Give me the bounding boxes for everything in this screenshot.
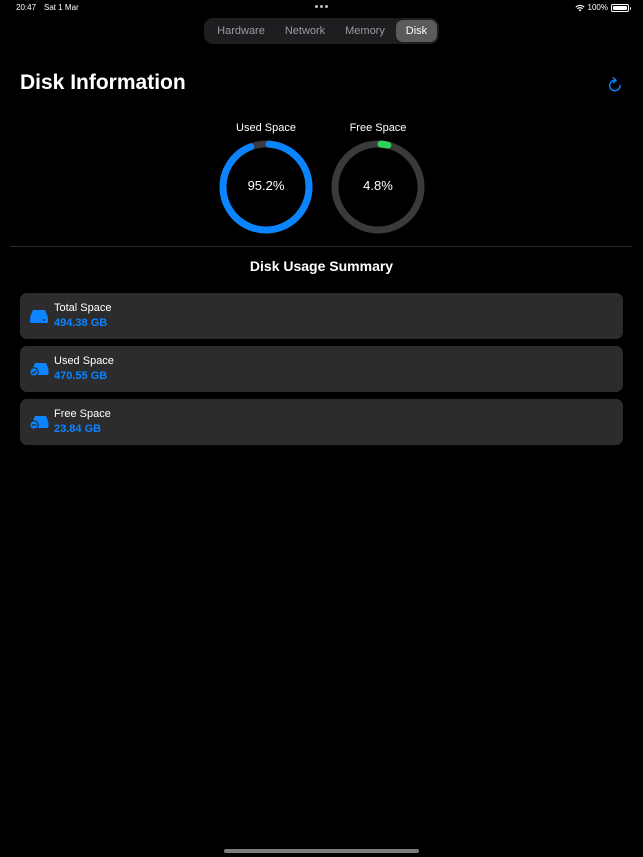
used-space-ring: 95.2% [216, 137, 316, 237]
free-space-card: Free Space 23.84 GB [20, 399, 623, 445]
status-bar: 20:47 Sat 1 Mar 100% [0, 0, 643, 16]
used-space-gauge: Used Space 95.2% [216, 121, 316, 237]
free-space-value: 23.84 GB [54, 423, 102, 435]
drive-checkmark-icon [29, 363, 49, 377]
tab-network[interactable]: Network [276, 20, 334, 42]
used-space-card: Used Space 470.55 GB [20, 346, 623, 392]
used-space-gauge-label: Used Space [236, 122, 296, 134]
tab-hardware[interactable]: Hardware [206, 20, 276, 42]
home-indicator[interactable] [224, 849, 419, 853]
free-space-ring: 4.8% [328, 137, 428, 237]
used-space-percentage: 95.2% [247, 178, 285, 193]
total-space-value: 494.38 GB [54, 317, 108, 329]
free-space-gauge-label: Free Space [349, 122, 407, 134]
internal-drive-icon [30, 310, 48, 323]
free-space-gauge: Free Space 4.8% [328, 121, 428, 237]
refresh-icon[interactable] [607, 76, 623, 93]
status-right: 100% [574, 3, 631, 12]
free-space-percentage: 4.8% [363, 178, 393, 193]
multitasking-dots-icon[interactable] [315, 5, 328, 8]
free-space-label: Free Space [54, 408, 111, 420]
divider [10, 246, 632, 247]
tab-disk[interactable]: Disk [396, 20, 437, 42]
used-space-label: Used Space [54, 355, 114, 367]
tab-memory[interactable]: Memory [334, 20, 396, 42]
battery-percentage: 100% [587, 3, 608, 12]
summary-title: Disk Usage Summary [249, 258, 394, 274]
status-time: 20:47 [16, 3, 37, 12]
wifi-icon [574, 4, 585, 11]
total-space-card: Total Space 494.38 GB [20, 293, 623, 339]
battery-icon [611, 3, 631, 12]
page-title: Disk Information [20, 71, 186, 94]
total-space-label: Total Space [54, 302, 112, 314]
section-segmented-control: Hardware Network Memory Disk [204, 18, 439, 44]
drive-minus-icon [29, 416, 49, 430]
status-date: Sat 1 Mar [44, 3, 79, 12]
used-space-value: 470.55 GB [54, 370, 108, 382]
